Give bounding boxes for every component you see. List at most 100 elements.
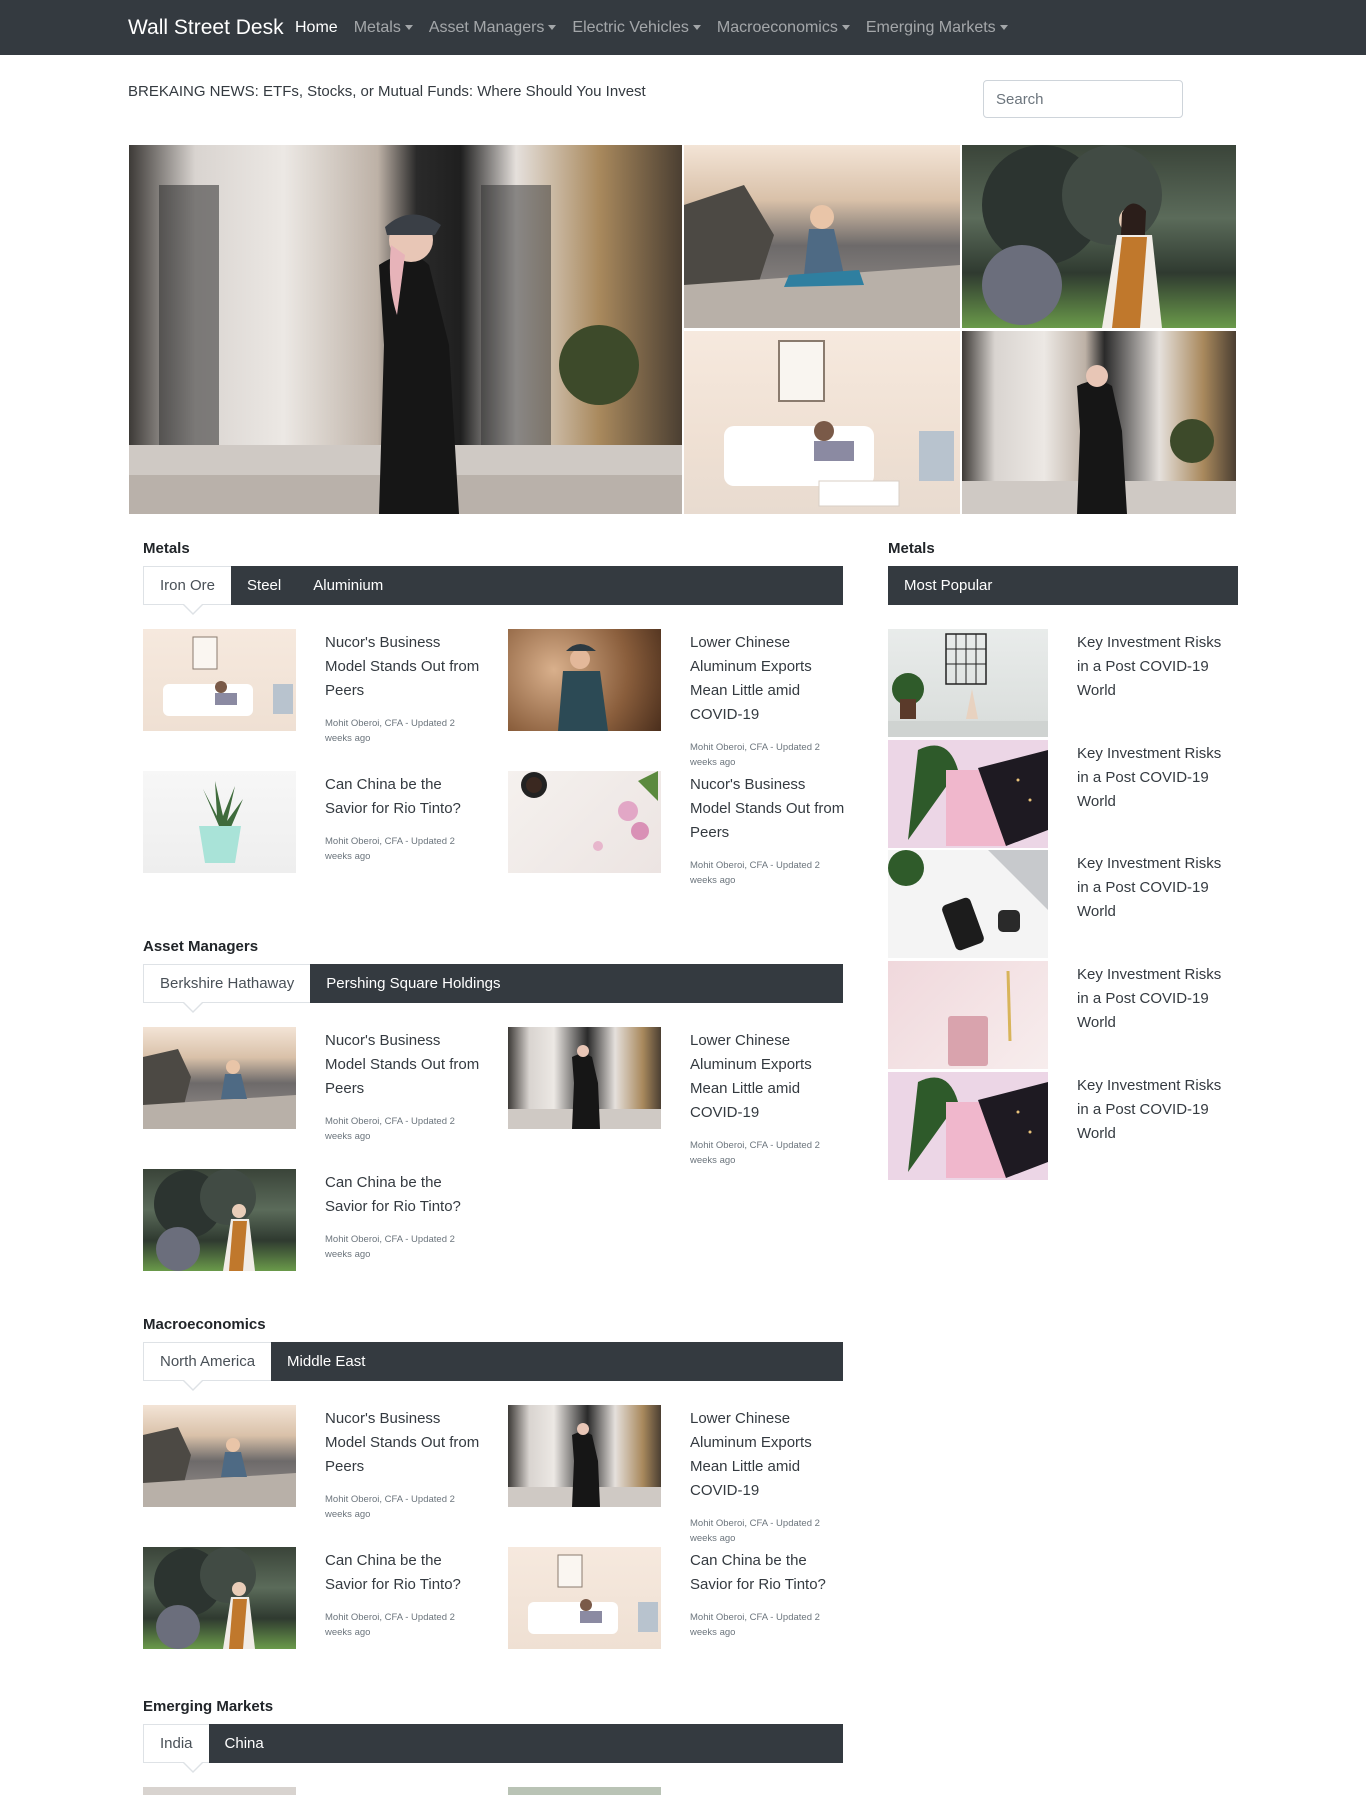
- desk-plant-photo[interactable]: [888, 629, 1048, 737]
- sidebar-title: Metals: [888, 540, 935, 557]
- article-meta: Mohit Oberoi, CFA - Updated 2 weeks ago: [325, 1612, 455, 1638]
- tab-india[interactable]: India: [143, 1724, 209, 1773]
- article-title[interactable]: Lower Chinese Aluminum Exports Mean Litt…: [690, 1029, 850, 1125]
- caret-down-icon: [841, 25, 850, 30]
- nav-item-metals[interactable]: Metals: [354, 19, 413, 37]
- article-card[interactable]: Can China be the Savior for Rio Tinto? M…: [143, 1547, 483, 1677]
- section-title-macroeconomics: Macroeconomics: [143, 1316, 266, 1333]
- article-title[interactable]: Can China be the Savior for Rio Tinto?: [690, 1549, 850, 1597]
- woman-on-cliff-photo[interactable]: [143, 1405, 296, 1507]
- nav-item-emerging-markets[interactable]: Emerging Markets: [866, 19, 1008, 37]
- article-card[interactable]: Nucor's Business Model Stands Out from P…: [508, 771, 848, 901]
- article-title[interactable]: Nucor's Business Model Stands Out from P…: [325, 631, 485, 703]
- nav-label: Macroeconomics: [716, 18, 838, 36]
- popular-item-title[interactable]: Key Investment Risks in a Post COVID-19 …: [1077, 742, 1237, 814]
- navbar: Wall Street Desk Home Metals Asset Manag…: [0, 0, 1366, 55]
- popular-item-title[interactable]: Key Investment Risks in a Post COVID-19 …: [1077, 852, 1237, 924]
- tab-china[interactable]: China: [209, 1724, 280, 1763]
- popular-item[interactable]: Key Investment Risks in a Post COVID-19 …: [888, 740, 1248, 848]
- article-title[interactable]: Lower Chinese Aluminum Exports Mean Litt…: [690, 1407, 850, 1503]
- article-meta: Mohit Oberoi, CFA - Updated 2 weeks ago: [690, 1518, 820, 1544]
- article-meta: Mohit Oberoi, CFA - Updated 2 weeks ago: [325, 1234, 455, 1260]
- hero-photo-living-room[interactable]: [684, 331, 960, 514]
- article-title[interactable]: Nucor's Business Model Stands Out from P…: [325, 1029, 485, 1101]
- tab-bar-asset-managers: Berkshire Hathaway Pershing Square Holdi…: [143, 964, 843, 1013]
- article-meta: Mohit Oberoi, CFA - Updated 2 weeks ago: [325, 1494, 455, 1520]
- article-title[interactable]: Nucor's Business Model Stands Out from P…: [325, 1407, 485, 1479]
- hero-main-photo[interactable]: [129, 145, 682, 514]
- section-title-metals: Metals: [143, 540, 190, 557]
- tab-iron-ore[interactable]: Iron Ore: [143, 566, 232, 615]
- popular-item-title[interactable]: Key Investment Risks in a Post COVID-19 …: [1077, 963, 1237, 1035]
- laptop-phone-photo[interactable]: [888, 850, 1048, 958]
- nav-label: Emerging Markets: [865, 18, 996, 36]
- article-card[interactable]: Lower Chinese Aluminum Exports Mean Litt…: [508, 629, 850, 768]
- article-title[interactable]: Can China be the Savior for Rio Tinto?: [325, 1549, 485, 1597]
- main-nav: Home Metals Asset Managers Electric Vehi…: [295, 0, 1024, 55]
- article-meta: Mohit Oberoi, CFA - Updated 2 weeks ago: [690, 1612, 820, 1638]
- search-input[interactable]: [983, 80, 1183, 118]
- living-room-photo[interactable]: [143, 629, 296, 731]
- pink-notebook-leaf-photo[interactable]: [888, 740, 1048, 848]
- article-card[interactable]: Can China be the Savior for Rio Tinto? M…: [143, 771, 483, 901]
- section-title-emerging-markets: Emerging Markets: [143, 1698, 274, 1715]
- woman-in-field-photo[interactable]: [508, 629, 661, 731]
- caret-down-icon: [999, 25, 1008, 30]
- article-thumb-partial: [143, 1787, 296, 1795]
- article-meta: Mohit Oberoi, CFA - Updated 2 weeks ago: [325, 718, 455, 744]
- tab-steel[interactable]: Steel: [231, 566, 297, 605]
- pink-notebook-leaf-photo[interactable]: [888, 1072, 1048, 1180]
- popular-item-title[interactable]: Key Investment Risks in a Post COVID-19 …: [1077, 631, 1237, 703]
- tab-bar-emerging-markets: India China: [143, 1724, 843, 1773]
- woman-by-building-photo[interactable]: [508, 1027, 661, 1129]
- woman-by-building-photo[interactable]: [508, 1405, 661, 1507]
- hero-photo-building[interactable]: [962, 331, 1236, 514]
- woman-on-cliff-photo[interactable]: [143, 1027, 296, 1129]
- article-title[interactable]: Lower Chinese Aluminum Exports Mean Litt…: [690, 631, 850, 727]
- caret-down-icon: [548, 25, 557, 30]
- article-meta: Mohit Oberoi, CFA - Updated 2 weeks ago: [690, 1140, 820, 1166]
- tab-north-america[interactable]: North America: [143, 1342, 272, 1391]
- article-card[interactable]: Nucor's Business Model Stands Out from P…: [143, 1027, 483, 1157]
- article-card[interactable]: Nucor's Business Model Stands Out from P…: [143, 629, 483, 759]
- living-room-photo[interactable]: [508, 1547, 661, 1649]
- nav-item-electric-vehicles[interactable]: Electric Vehicles: [572, 19, 701, 37]
- nav-label: Asset Managers: [428, 18, 545, 36]
- tab-most-popular[interactable]: Most Popular: [888, 566, 1008, 605]
- woman-by-bush-photo[interactable]: [143, 1169, 296, 1271]
- tab-pershing-square-holdings[interactable]: Pershing Square Holdings: [310, 964, 516, 1003]
- nav-item-asset-managers[interactable]: Asset Managers: [429, 19, 557, 37]
- article-card[interactable]: Can China be the Savior for Rio Tinto? M…: [143, 1169, 483, 1299]
- tab-berkshire-hathaway[interactable]: Berkshire Hathaway: [143, 964, 311, 1013]
- pink-notebook-fur-photo[interactable]: [888, 961, 1048, 1069]
- tab-middle-east[interactable]: Middle East: [271, 1342, 381, 1381]
- nav-label: Metals: [353, 18, 401, 36]
- nav-item-macroeconomics[interactable]: Macroeconomics: [717, 19, 850, 37]
- popular-item[interactable]: Key Investment Risks in a Post COVID-19 …: [888, 1072, 1248, 1180]
- popular-item-title[interactable]: Key Investment Risks in a Post COVID-19 …: [1077, 1074, 1237, 1146]
- popular-item[interactable]: Key Investment Risks in a Post COVID-19 …: [888, 850, 1248, 958]
- nav-label: Home: [295, 18, 338, 36]
- article-title[interactable]: Can China be the Savior for Rio Tinto?: [325, 773, 485, 821]
- article-card[interactable]: Can China be the Savior for Rio Tinto? M…: [508, 1547, 848, 1677]
- coffee-flowers-photo[interactable]: [508, 771, 661, 873]
- popular-item[interactable]: Key Investment Risks in a Post COVID-19 …: [888, 961, 1248, 1069]
- breaking-news[interactable]: BREKAING NEWS: ETFs, Stocks, or Mutual F…: [128, 83, 646, 100]
- article-card[interactable]: Lower Chinese Aluminum Exports Mean Litt…: [508, 1405, 850, 1544]
- article-meta: Mohit Oberoi, CFA - Updated 2 weeks ago: [325, 1116, 455, 1142]
- nav-label: Electric Vehicles: [572, 18, 689, 36]
- tab-bar-metals: Iron Ore Steel Aluminium: [143, 566, 843, 615]
- tab-aluminium[interactable]: Aluminium: [297, 566, 399, 605]
- article-title[interactable]: Can China be the Savior for Rio Tinto?: [325, 1171, 485, 1219]
- hero-photo-cliff[interactable]: [684, 145, 960, 328]
- nav-item-home[interactable]: Home: [295, 19, 338, 37]
- article-title[interactable]: Nucor's Business Model Stands Out from P…: [690, 773, 850, 845]
- succulent-pot-photo[interactable]: [143, 771, 296, 873]
- popular-item[interactable]: Key Investment Risks in a Post COVID-19 …: [888, 629, 1248, 737]
- hero-photo-bush[interactable]: [962, 145, 1236, 328]
- article-card[interactable]: Lower Chinese Aluminum Exports Mean Litt…: [508, 1027, 850, 1166]
- article-card[interactable]: Nucor's Business Model Stands Out from P…: [143, 1405, 483, 1535]
- woman-by-bush-photo[interactable]: [143, 1547, 296, 1649]
- article-thumb-partial: [508, 1787, 661, 1795]
- brand-logo[interactable]: Wall Street Desk: [128, 16, 284, 40]
